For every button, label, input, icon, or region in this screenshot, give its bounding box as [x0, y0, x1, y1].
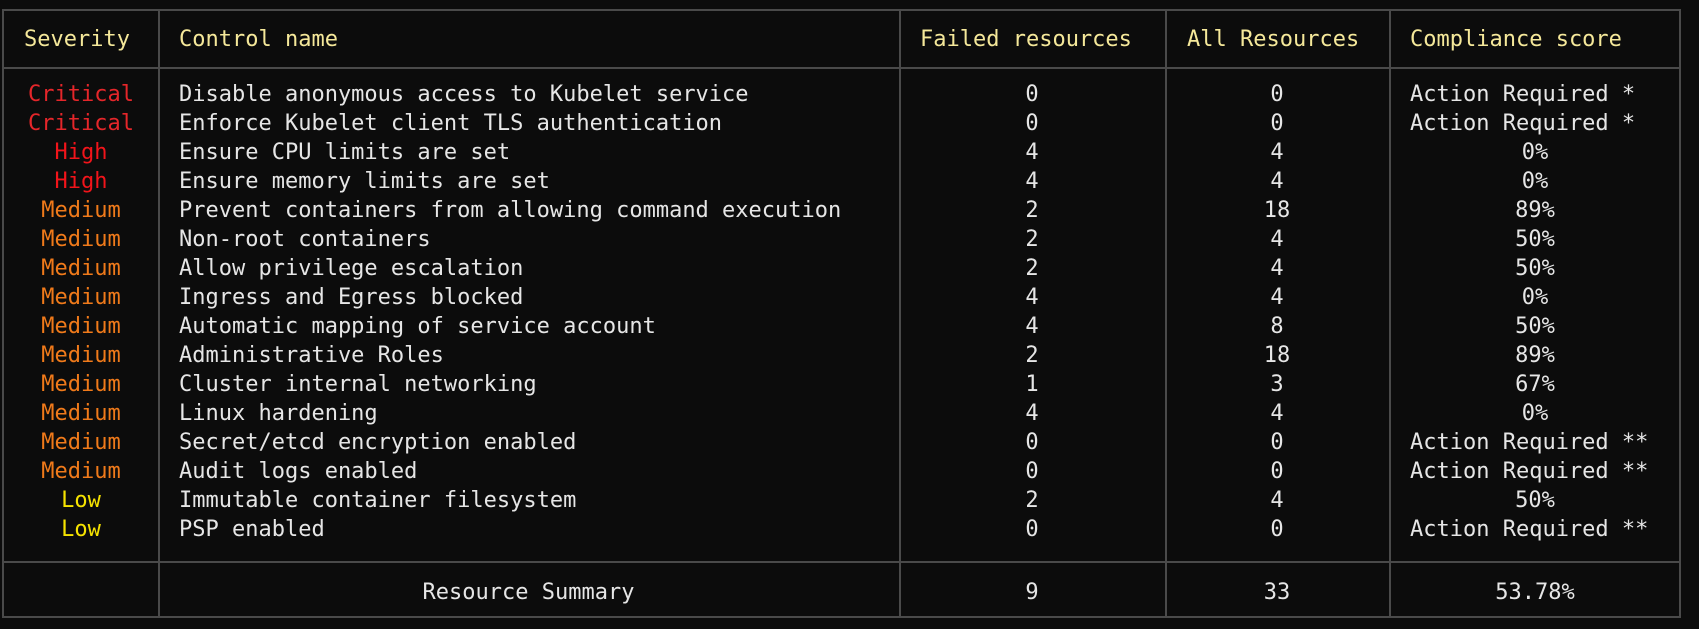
- severity-cell: Medium: [41, 401, 121, 426]
- failed-resources-cell: 0: [1025, 459, 1039, 484]
- header-control-name: Control name: [179, 27, 338, 52]
- all-resources-cell: 3: [1270, 372, 1284, 397]
- all-resources-cell: 8: [1270, 314, 1284, 339]
- summary-failed: 9: [1025, 580, 1039, 605]
- control-name-cell: Ensure memory limits are set: [179, 169, 550, 194]
- control-name-cell: Allow privilege escalation: [179, 256, 524, 281]
- control-name-cell: PSP enabled: [179, 517, 325, 542]
- failed-resources-cell: 0: [1025, 517, 1039, 542]
- compliance-score-cell: Action Required *: [1410, 82, 1636, 107]
- compliance-score-cell: 67%: [1515, 372, 1555, 397]
- compliance-score-cell: 50%: [1515, 314, 1555, 339]
- control-name-cell: Cluster internal networking: [179, 372, 537, 397]
- control-name-cell: Prevent containers from allowing command…: [179, 198, 842, 223]
- severity-cell: High: [54, 140, 108, 165]
- severity-cell: Low: [61, 517, 101, 542]
- failed-resources-cell: 2: [1025, 227, 1039, 252]
- summary-all: 33: [1263, 580, 1291, 605]
- severity-cell: Medium: [41, 372, 121, 397]
- severity-cell: Medium: [41, 256, 121, 281]
- compliance-score-cell: Action Required **: [1410, 517, 1649, 542]
- all-resources-cell: 4: [1270, 140, 1284, 165]
- failed-resources-cell: 2: [1025, 256, 1039, 281]
- severity-cell: Medium: [41, 314, 121, 339]
- all-resources-cell: 18: [1263, 198, 1291, 223]
- control-name-cell: Linux hardening: [179, 401, 378, 426]
- compliance-score-cell: 0%: [1521, 140, 1549, 165]
- severity-cell: Medium: [41, 343, 121, 368]
- all-resources-cell: 0: [1270, 430, 1284, 455]
- compliance-score-cell: Action Required *: [1410, 111, 1636, 136]
- compliance-score-cell: 50%: [1515, 227, 1555, 252]
- all-resources-cell: 4: [1270, 256, 1284, 281]
- failed-resources-cell: 4: [1025, 401, 1039, 426]
- all-resources-cell: 0: [1270, 459, 1284, 484]
- compliance-score-cell: 0%: [1521, 169, 1549, 194]
- all-resources-cell: 0: [1270, 82, 1284, 107]
- summary-label: Resource Summary: [422, 580, 635, 605]
- failed-resources-cell: 4: [1025, 169, 1039, 194]
- compliance-score-cell: 50%: [1515, 256, 1555, 281]
- all-resources-cell: 4: [1270, 401, 1284, 426]
- all-resources-cell: 18: [1263, 343, 1291, 368]
- header-divider: [4, 67, 1679, 69]
- severity-cell: Low: [61, 488, 101, 513]
- failed-resources-cell: 0: [1025, 111, 1039, 136]
- header-severity: Severity: [24, 27, 130, 52]
- control-name-cell: Ensure CPU limits are set: [179, 140, 511, 165]
- compliance-score-cell: Action Required **: [1410, 459, 1649, 484]
- control-name-cell: Automatic mapping of service account: [179, 314, 656, 339]
- control-name-cell: Disable anonymous access to Kubelet serv…: [179, 82, 749, 107]
- compliance-table: Severity Control name Failed resources A…: [2, 9, 1681, 618]
- all-resources-cell: 4: [1270, 227, 1284, 252]
- control-name-cell: Non-root containers: [179, 227, 431, 252]
- header-all-resources: All Resources: [1187, 27, 1360, 52]
- compliance-score-cell: 0%: [1521, 401, 1549, 426]
- severity-cell: Medium: [41, 227, 121, 252]
- compliance-score-cell: 89%: [1515, 343, 1555, 368]
- compliance-score-cell: 50%: [1515, 488, 1555, 513]
- header-compliance-score: Compliance score: [1410, 27, 1622, 52]
- failed-resources-cell: 1: [1025, 372, 1039, 397]
- failed-resources-cell: 4: [1025, 140, 1039, 165]
- summary-divider: [4, 561, 1679, 563]
- severity-cell: Medium: [41, 459, 121, 484]
- all-resources-cell: 0: [1270, 111, 1284, 136]
- failed-resources-cell: 2: [1025, 488, 1039, 513]
- control-name-cell: Ingress and Egress blocked: [179, 285, 524, 310]
- summary-score: 53.78%: [1495, 580, 1575, 605]
- control-name-cell: Audit logs enabled: [179, 459, 418, 484]
- severity-cell: Medium: [41, 285, 121, 310]
- compliance-score-cell: Action Required **: [1410, 430, 1649, 455]
- all-resources-cell: 0: [1270, 517, 1284, 542]
- control-name-cell: Secret/etcd encryption enabled: [179, 430, 577, 455]
- failed-resources-cell: 2: [1025, 343, 1039, 368]
- compliance-score-cell: 89%: [1515, 198, 1555, 223]
- control-name-cell: Enforce Kubelet client TLS authenticatio…: [179, 111, 723, 136]
- failed-resources-cell: 0: [1025, 430, 1039, 455]
- header-failed-resources: Failed resources: [920, 27, 1132, 52]
- severity-cell: Critical: [28, 82, 134, 107]
- failed-resources-cell: 4: [1025, 314, 1039, 339]
- severity-cell: Medium: [41, 430, 121, 455]
- control-name-cell: Immutable container filesystem: [179, 488, 577, 513]
- severity-cell: High: [54, 169, 108, 194]
- all-resources-cell: 4: [1270, 488, 1284, 513]
- severity-cell: Critical: [28, 111, 134, 136]
- failed-resources-cell: 2: [1025, 198, 1039, 223]
- all-resources-cell: 4: [1270, 285, 1284, 310]
- compliance-score-cell: 0%: [1521, 285, 1549, 310]
- column-divider: [158, 11, 160, 616]
- all-resources-cell: 4: [1270, 169, 1284, 194]
- severity-cell: Medium: [41, 198, 121, 223]
- control-name-cell: Administrative Roles: [179, 343, 444, 368]
- failed-resources-cell: 0: [1025, 82, 1039, 107]
- failed-resources-cell: 4: [1025, 285, 1039, 310]
